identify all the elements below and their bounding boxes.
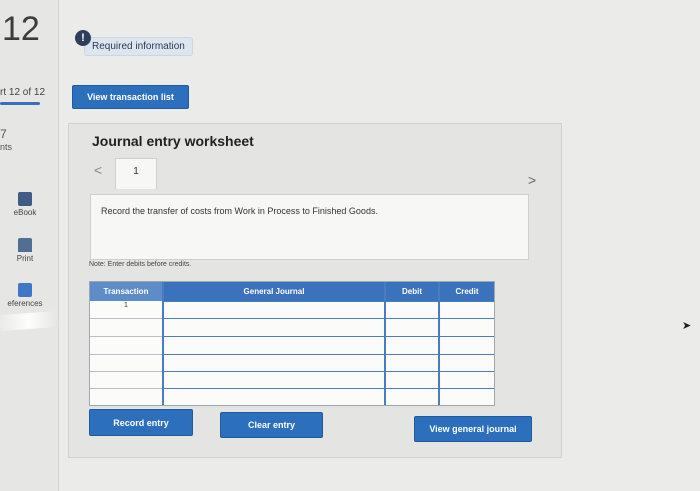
points-value: 7 [0,127,7,141]
journal-entry-table: Transaction General Journal Debit Credit… [89,281,495,406]
points-label: nts [0,142,13,152]
required-information-label: Required information [92,41,185,52]
question-number: 12 [2,10,40,48]
row-divider [90,336,162,337]
ebook-icon [18,192,32,206]
part-progress-bar [0,102,40,105]
ebook-label: eBook [13,208,37,217]
ebook-button[interactable]: eBook [0,192,50,217]
previous-arrow-icon[interactable]: < [94,162,102,178]
references-button[interactable]: eferences [0,283,50,308]
view-transaction-list-button[interactable]: View transaction list [72,85,189,109]
row-divider [162,388,494,389]
transaction-number-cell: 1 [124,302,128,309]
left-rail: 12 rt 12 of 12 7 nts eBook Print eferenc… [0,0,59,491]
required-information-tab[interactable]: Required information [84,37,193,56]
print-label: Print [16,254,34,263]
row-divider [162,336,494,337]
references-label: eferences [7,299,43,308]
alert-icon: ! [75,30,91,46]
row-divider [162,371,494,372]
row-divider [90,371,162,372]
worksheet-tab-1[interactable]: 1 [115,158,157,189]
record-entry-button[interactable]: Record entry [89,409,193,436]
row-divider [162,318,494,319]
mouse-cursor-icon: ➤ [682,320,692,332]
print-button[interactable]: Print [0,238,50,263]
view-general-journal-button[interactable]: View general journal [414,416,532,442]
row-divider [90,388,162,389]
description-box [90,194,529,260]
column-header-credit: Credit [440,282,494,301]
next-arrow-icon[interactable]: > [528,172,536,188]
print-icon [18,238,32,252]
worksheet-title: Journal entry worksheet [92,133,254,149]
row-divider [162,354,494,355]
row-divider [162,301,494,302]
clear-entry-button[interactable]: Clear entry [220,412,323,438]
glare-highlight [0,310,59,332]
entry-description: Record the transfer of costs from Work i… [101,206,378,216]
column-header-general-journal: General Journal [164,282,384,301]
column-header-transaction: Transaction [90,282,162,301]
part-indicator: rt 12 of 12 [0,87,46,98]
row-divider [90,354,162,355]
points-display: 7 nts [0,128,12,153]
column-header-debit: Debit [386,282,438,301]
references-icon [18,283,32,297]
entry-note: Note: Enter debits before credits. [89,261,192,268]
row-divider [90,318,162,319]
